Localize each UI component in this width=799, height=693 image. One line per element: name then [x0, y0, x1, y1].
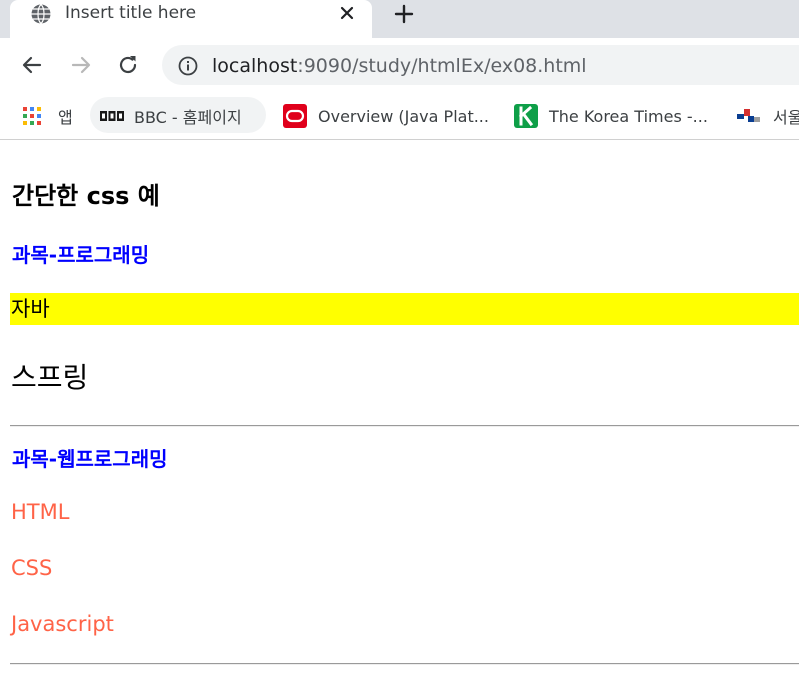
- oracle-icon: [283, 104, 307, 128]
- reload-icon[interactable]: [116, 53, 140, 77]
- list-item-javascript: Javascript: [11, 612, 114, 636]
- url-host: localhost: [212, 55, 298, 77]
- bookmark-label: 앱: [58, 108, 73, 127]
- list-item-html: HTML: [11, 500, 70, 524]
- apps-grid-icon: [23, 107, 41, 125]
- url-text[interactable]: localhost:9090/study/htmlEx/ex08.html: [212, 55, 587, 77]
- forward-arrow-icon[interactable]: [69, 53, 93, 77]
- bookmark-label: The Korea Times -...: [549, 106, 708, 126]
- divider: [10, 425, 799, 427]
- list-item-java: 자바: [10, 293, 799, 325]
- korea-times-icon: [514, 104, 538, 128]
- subject-title-programming: 과목-프로그래밍: [12, 243, 150, 267]
- active-tab[interactable]: Insert title here: [10, 0, 372, 38]
- tab-title: Insert title here: [65, 3, 197, 23]
- bbc-logo-icon: [100, 111, 124, 121]
- close-icon[interactable]: [338, 4, 356, 22]
- bookmark-bbc[interactable]: BBC - 홈페이지: [100, 101, 242, 131]
- bookmark-label: Overview (Java Plat...: [318, 106, 489, 126]
- new-tab-icon[interactable]: [393, 3, 415, 25]
- list-item-spring: 스프링: [11, 361, 89, 394]
- seoul-icon: [737, 109, 760, 122]
- bookmark-apps[interactable]: 앱: [22, 101, 73, 131]
- list-item-css: CSS: [11, 556, 53, 580]
- bookmark-label: BBC - 홈페이지: [134, 108, 242, 127]
- back-arrow-icon[interactable]: [20, 53, 44, 77]
- url-path: :9090/study/htmlEx/ex08.html: [297, 55, 587, 77]
- divider: [10, 663, 799, 665]
- bookmark-java-overview[interactable]: Overview (Java Plat...: [283, 101, 489, 131]
- bookmark-korea-times[interactable]: The Korea Times -...: [514, 101, 708, 131]
- info-icon[interactable]: [178, 56, 198, 76]
- globe-icon: [31, 4, 51, 24]
- bookmark-seoul[interactable]: 서울: [737, 101, 799, 131]
- bookmark-label: 서울: [773, 108, 799, 127]
- page-heading: 간단한 css 예: [12, 182, 160, 210]
- subject-title-web-programming: 과목-웹프로그래밍: [12, 447, 168, 471]
- page-content: [0, 142, 799, 693]
